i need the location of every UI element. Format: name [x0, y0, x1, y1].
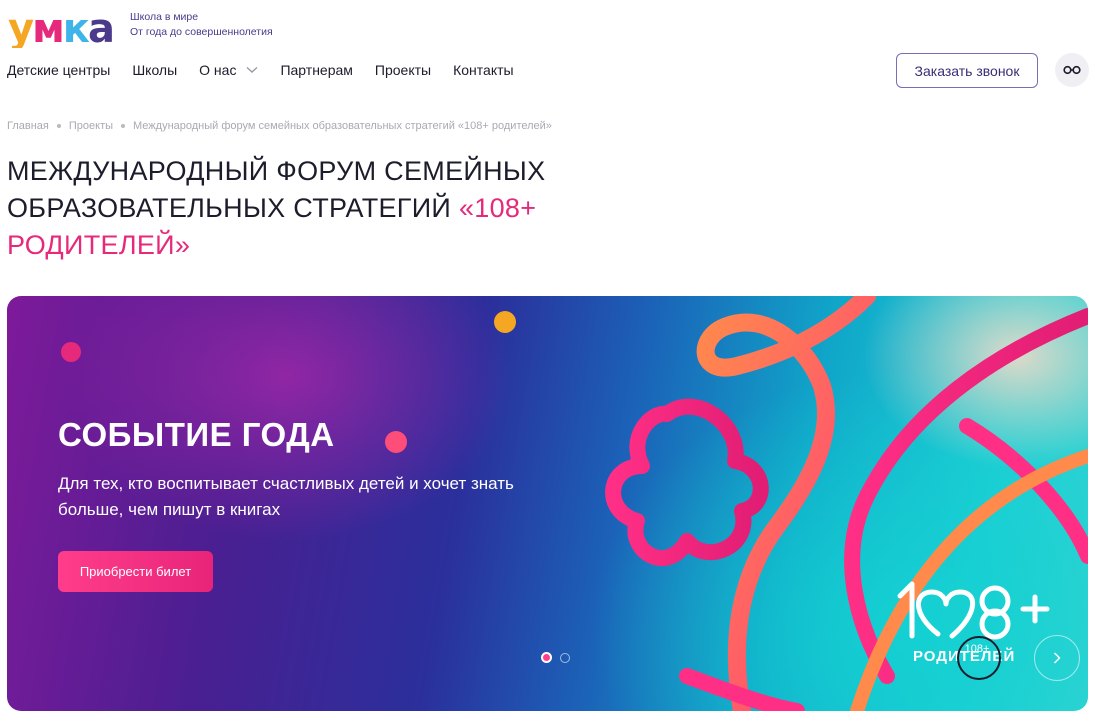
decor-circle [494, 311, 516, 333]
nav-item-projects[interactable]: Проекты [375, 62, 431, 78]
event-banner: СОБЫТИЕ ГОДА Для тех, кто воспитывает сч… [7, 296, 1088, 711]
buy-ticket-button[interactable]: Приобрести билет [58, 551, 213, 592]
nav-item-partners[interactable]: Партнерам [280, 62, 352, 78]
page-title: Международный форум семейных образовател… [7, 153, 607, 264]
slider-next-button[interactable] [1034, 635, 1080, 681]
nav-item-label: Школы [132, 62, 178, 78]
nav-item-label: О нас [199, 62, 237, 78]
decor-loop [696, 296, 876, 711]
banner-title: СОБЫТИЕ ГОДА [58, 416, 335, 453]
nav-item-label: Проекты [374, 62, 432, 78]
tagline-line-2: От года до совершеннолетия [130, 26, 273, 38]
decor-arc-2 [959, 418, 1088, 564]
cursor-highlight [957, 636, 1001, 680]
breadcrumb-current: Международный форум семейных образовател… [133, 120, 552, 132]
slider-dot-2[interactable] [560, 652, 570, 663]
breadcrumb-projects[interactable]: Проекты [69, 120, 113, 132]
logo-tagline: Школа в мире От года до совершеннолетия [130, 10, 273, 40]
umka-logo[interactable]: умка [8, 4, 124, 48]
decor-circle [385, 431, 407, 453]
slider-dot-1[interactable] [541, 652, 552, 663]
decor-circle [61, 342, 81, 362]
main-nav: Детские центры Школы О нас Партнерам Про… [7, 62, 536, 78]
breadcrumb-home[interactable]: Главная [7, 120, 49, 132]
breadcrumb-separator [121, 124, 126, 128]
nav-item-contacts[interactable]: Контакты [453, 62, 513, 78]
nav-item-schools[interactable]: Школы [132, 62, 177, 78]
breadcrumb: Главная Проекты Международный форум семе… [7, 120, 552, 132]
slider-pagination [541, 652, 578, 663]
chevron-right-icon [1053, 652, 1061, 664]
chevron-down-icon [246, 66, 258, 73]
decor-flower [605, 398, 769, 566]
glasses-icon [1063, 65, 1081, 75]
nav-item-kids-centers[interactable]: Детские центры [7, 62, 110, 78]
nav-item-about[interactable]: О нас [199, 62, 258, 78]
nav-item-label: Партнерам [280, 62, 353, 78]
banner-subtitle: Для тех, кто воспитывает счастливых дете… [58, 474, 514, 519]
accessibility-button[interactable] [1055, 53, 1089, 87]
nav-item-label: Контакты [453, 62, 514, 78]
tagline-line-1: Школа в мире [130, 11, 199, 23]
breadcrumb-separator [56, 124, 61, 128]
svg-text:умка: умка [8, 6, 113, 48]
order-call-button[interactable]: Заказать звонок [896, 53, 1038, 88]
nav-item-label: Детские центры [7, 62, 111, 78]
